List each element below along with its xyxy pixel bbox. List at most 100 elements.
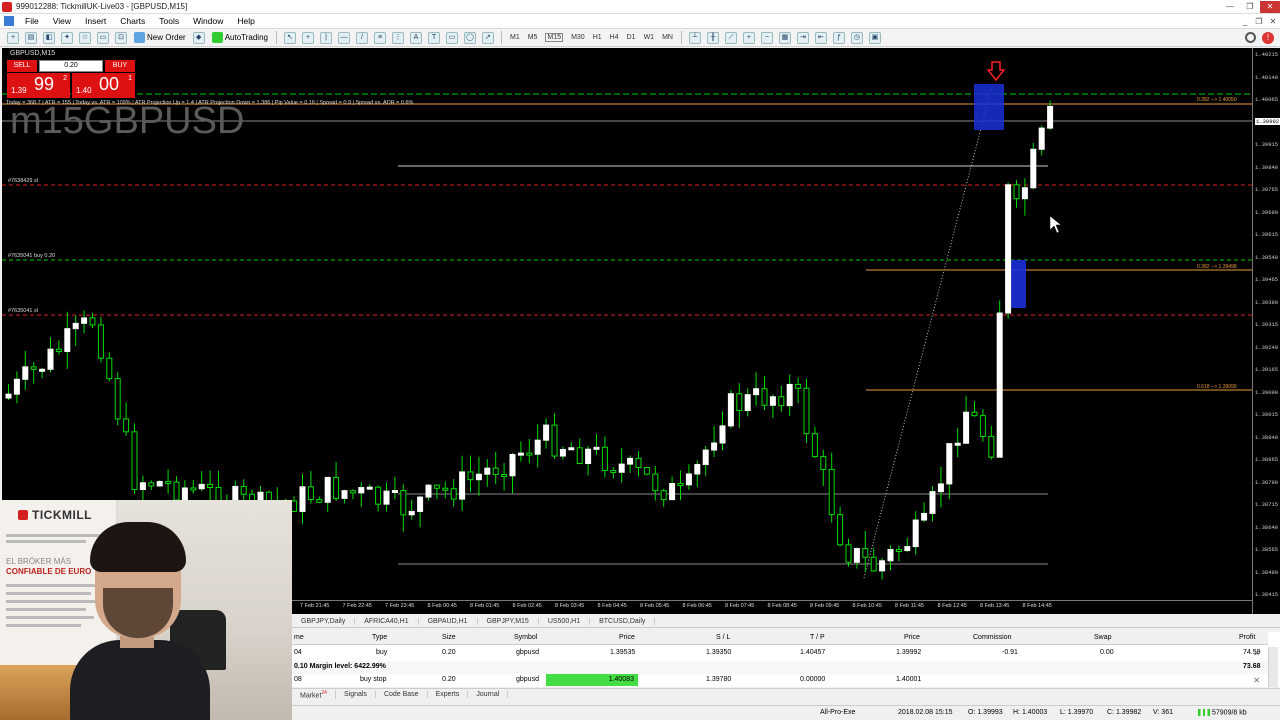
search-icon[interactable] (1245, 32, 1256, 43)
channel-icon[interactable]: ≡ (373, 31, 386, 44)
bid-price[interactable]: 1.39 99 2 (7, 73, 70, 98)
menu-help[interactable]: Help (230, 16, 261, 26)
ellipse-icon[interactable]: ◯ (463, 31, 476, 44)
col-commission[interactable]: Commission (973, 634, 1012, 641)
timeframe-m15[interactable]: M15 (545, 33, 564, 42)
horizontal-line-icon[interactable]: — (337, 31, 350, 44)
indicators-icon[interactable]: ƒ (832, 31, 845, 44)
vertical-line-icon[interactable]: | (319, 31, 332, 44)
text-label-icon[interactable]: T (427, 31, 440, 44)
navigator-icon[interactable]: ✦ (61, 31, 73, 44)
tab-gbpjpy-m15[interactable]: GBPJPY,M15 (478, 617, 539, 625)
terminal-scrollbar[interactable] (1268, 647, 1278, 687)
chart-shift-icon[interactable]: ⇥ (796, 31, 809, 44)
col-swap[interactable]: Swap (1094, 634, 1112, 641)
col-time[interactable]: me (294, 634, 304, 641)
menu-file[interactable]: File (18, 16, 46, 26)
candle-body (635, 457, 642, 469)
profiles-icon[interactable]: ▤ (25, 31, 37, 44)
fibonacci-icon[interactable]: ⋮ (391, 31, 404, 44)
trendline-icon[interactable]: / (355, 31, 368, 44)
close-position-icon[interactable]: ✕ (1253, 649, 1260, 658)
crosshair-icon[interactable]: + (301, 31, 314, 44)
alert-icon[interactable]: ! (1262, 31, 1274, 44)
tab-market[interactable]: Market24 (292, 689, 336, 700)
candle-body (509, 453, 516, 477)
lot-size-input[interactable]: 0.20 (39, 60, 103, 72)
bar-chart-icon[interactable]: ┴ (688, 31, 701, 44)
sell-button[interactable]: SELL (7, 60, 37, 72)
timeframe-h4[interactable]: H4 (610, 34, 619, 41)
tab-code-base[interactable]: Code Base (376, 691, 428, 698)
status-traffic[interactable]: 57909/8 kb (1198, 709, 1247, 716)
tab-journal[interactable]: Journal (468, 691, 509, 698)
new-chart-icon[interactable]: + (7, 31, 19, 44)
tab-btcusd-daily[interactable]: BTCUSD,Daily (590, 617, 656, 625)
tab-experts[interactable]: Experts (428, 691, 469, 698)
zoom-in-icon[interactable]: + (742, 31, 755, 44)
price-axis[interactable]: 1.40215 1.40140 1.40065 1.39992 1.39915 1.398… (1252, 48, 1280, 614)
maximize-icon[interactable]: ❐ (1240, 1, 1260, 13)
timeframe-h1[interactable]: H1 (593, 34, 602, 41)
new-order-button[interactable]: New Order (134, 32, 186, 43)
tab-gbpaud-h1[interactable]: GBPAUD,H1 (419, 617, 478, 625)
autoscroll-icon[interactable]: ⇤ (814, 31, 827, 44)
rectangle-icon[interactable]: ▭ (445, 31, 458, 44)
candle-body (173, 481, 180, 501)
periods-icon[interactable]: ◷ (850, 31, 863, 44)
tab-africa40-h1[interactable]: AFRICA40,H1 (355, 617, 419, 625)
col-price[interactable]: Price (619, 634, 635, 641)
timeframe-mn[interactable]: MN (662, 34, 673, 41)
timeframe-m30[interactable]: M30 (571, 34, 585, 41)
tab-gbpjpy-daily[interactable]: GBPJPY,Daily (292, 617, 356, 625)
menu-charts[interactable]: Charts (113, 16, 152, 26)
templates-icon[interactable]: ▣ (868, 31, 881, 44)
col-profit[interactable]: Profit (1239, 634, 1255, 641)
tab-us500-h1[interactable]: US500,H1 (539, 617, 591, 625)
candlestick-icon[interactable]: ╫ (706, 31, 719, 44)
terminal-tabs: Market24 Signals Code Base Experts Journ… (292, 688, 1280, 700)
candle-body (400, 490, 407, 516)
timeframe-m1[interactable]: M1 (510, 34, 520, 41)
col-current-price[interactable]: Price (904, 634, 920, 641)
line-chart-icon[interactable]: ⟋ (724, 31, 737, 44)
menu-window[interactable]: Window (186, 16, 230, 26)
tile-windows-icon[interactable]: ▦ (778, 31, 791, 44)
market-watch-icon[interactable]: ◧ (43, 31, 55, 44)
tab-signals[interactable]: Signals (336, 691, 376, 698)
price-tick: 1.39090 (1255, 388, 1279, 396)
mdi-minimize-icon[interactable]: _ (1238, 17, 1252, 26)
menu-tools[interactable]: Tools (152, 16, 186, 26)
buy-button[interactable]: BUY (105, 60, 135, 72)
zoom-out-icon[interactable]: − (760, 31, 773, 44)
col-size[interactable]: Size (442, 634, 456, 641)
minimize-icon[interactable]: — (1220, 1, 1240, 13)
table-row[interactable]: 08 buy stop 0.20 gbpusd 1.40083 1.39780 … (292, 674, 1268, 687)
col-sl[interactable]: S / L (716, 634, 730, 641)
text-tool-icon[interactable]: A (409, 31, 422, 44)
time-tick: 8 Feb 11:45 (895, 603, 924, 609)
cursor-icon[interactable]: ↖ (283, 31, 296, 44)
metaeditor-icon[interactable]: ◆ (192, 31, 205, 44)
mdi-restore-icon[interactable]: ❐ (1252, 17, 1266, 26)
close-icon[interactable]: ✕ (1260, 0, 1280, 13)
terminal-icon[interactable]: ▭ (97, 31, 109, 44)
arrows-icon[interactable]: ↗ (481, 31, 494, 44)
data-window-icon[interactable]: ☆ (79, 31, 91, 44)
status-profile[interactable]: All-Pro-Exe (820, 709, 855, 716)
table-row[interactable]: 04 buy 0.20 gbpusd 1.39535 1.39350 1.404… (292, 647, 1268, 660)
ask-price[interactable]: 1.40 00 1 (72, 73, 135, 98)
timeframe-w1[interactable]: W1 (644, 34, 655, 41)
col-tp[interactable]: T / P (810, 634, 825, 641)
mdi-close-icon[interactable]: ✕ (1266, 17, 1280, 26)
tab-market-badge: 24 (321, 689, 327, 696)
timeframe-m5[interactable]: M5 (528, 34, 538, 41)
col-symbol[interactable]: Symbol (514, 634, 537, 641)
autotrading-button[interactable]: AutoTrading (211, 32, 268, 43)
menu-view[interactable]: View (46, 16, 78, 26)
timeframe-d1[interactable]: D1 (627, 34, 636, 41)
delete-order-icon[interactable]: ✕ (1253, 676, 1260, 685)
menu-insert[interactable]: Insert (78, 16, 113, 26)
tester-icon[interactable]: ⊡ (115, 31, 127, 44)
col-type[interactable]: Type (372, 634, 387, 641)
